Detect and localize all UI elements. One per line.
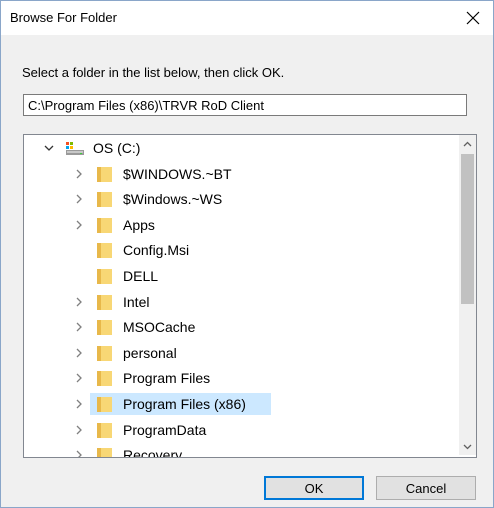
folder-icon — [97, 294, 112, 310]
chevron-right-icon — [76, 348, 82, 358]
folder-icon-wrap — [96, 446, 113, 457]
folder-icon-wrap — [96, 190, 113, 208]
tree-expander[interactable] — [72, 369, 86, 387]
folder-icon-wrap — [96, 318, 113, 336]
tree-item-label: ProgramData — [123, 421, 207, 438]
chevron-right-icon — [76, 373, 82, 383]
chevron-right-icon — [76, 399, 82, 409]
tree-expander[interactable] — [72, 344, 86, 362]
tree-root-os-c[interactable]: OS (C:) — [24, 136, 457, 160]
tree-expander[interactable] — [72, 395, 86, 413]
folder-icon-wrap — [96, 267, 113, 285]
tree-item[interactable]: MSOCache — [24, 315, 457, 339]
drive-icon — [66, 142, 84, 155]
tree-item[interactable]: Intel — [24, 290, 457, 314]
tree-expander[interactable] — [72, 421, 86, 439]
close-button[interactable] — [453, 1, 493, 35]
instruction-text: Select a folder in the list below, then … — [22, 65, 285, 80]
tree-expander[interactable] — [72, 190, 86, 208]
tree-item[interactable]: personal — [24, 341, 457, 365]
folder-icon — [97, 371, 112, 387]
tree-item-label: $Windows.~WS — [123, 191, 223, 208]
tree-item[interactable]: Program Files — [24, 366, 457, 390]
tree-item-label: MSOCache — [123, 319, 196, 336]
folder-icon-wrap — [96, 369, 113, 387]
chevron-right-icon — [76, 425, 82, 435]
tree-item-label: Config.Msi — [123, 242, 190, 259]
close-icon — [466, 11, 480, 25]
tree-item-label: DELL — [123, 268, 159, 284]
tree-item-label: Apps — [123, 216, 155, 233]
folder-icon — [97, 320, 112, 336]
folder-icon-wrap — [96, 293, 113, 311]
folder-icon — [97, 422, 112, 438]
tree-expander[interactable] — [72, 165, 86, 183]
vertical-scrollbar[interactable] — [459, 135, 476, 455]
title-bar[interactable]: Browse For Folder — [1, 1, 493, 35]
tree-expander[interactable] — [72, 216, 86, 234]
tree-item-label: Program Files (x86) — [123, 396, 246, 412]
scroll-up-button[interactable] — [459, 135, 476, 152]
tree-item[interactable]: ProgramData — [24, 418, 457, 442]
tree-item-label: Intel — [123, 293, 150, 310]
scroll-down-button[interactable] — [459, 438, 476, 455]
tree-item[interactable]: Program Files (x86) — [24, 392, 457, 416]
chevron-right-icon — [76, 220, 82, 230]
folder-icon — [97, 243, 112, 259]
folder-icon — [97, 397, 112, 412]
tree-expander[interactable] — [42, 139, 56, 157]
folder-icon — [97, 345, 112, 361]
folder-icon-wrap — [96, 216, 113, 234]
folder-icon — [97, 448, 112, 457]
chevron-right-icon — [76, 450, 82, 457]
chevron-right-icon — [76, 194, 82, 204]
chevron-right-icon — [76, 169, 82, 179]
folder-icon-wrap — [96, 421, 113, 439]
tree-item[interactable]: $WINDOWS.~BT — [24, 162, 457, 186]
chevron-down-icon — [44, 145, 54, 151]
scroll-thumb[interactable] — [461, 154, 474, 304]
folder-icon-wrap — [96, 165, 113, 183]
folder-icon-wrap — [96, 395, 113, 413]
chevron-down-icon — [463, 444, 472, 449]
folder-icon-wrap — [96, 241, 113, 259]
tree-item[interactable]: Config.Msi — [24, 238, 457, 262]
tree-expander[interactable] — [72, 446, 86, 457]
folder-icon-wrap — [96, 344, 113, 362]
drive-icon-wrap — [65, 139, 85, 157]
chevron-right-icon — [76, 297, 82, 307]
tree-item-label: personal — [123, 344, 177, 361]
folder-icon — [97, 217, 112, 233]
tree-item[interactable]: DELL — [24, 264, 457, 288]
cancel-button[interactable]: Cancel — [376, 476, 476, 500]
tree-item[interactable]: $Windows.~WS — [24, 187, 457, 211]
tree-expander[interactable] — [72, 318, 86, 336]
chevron-right-icon — [76, 322, 82, 332]
tree-item[interactable]: Apps — [24, 213, 457, 237]
tree-item-label: Program Files — [123, 370, 211, 387]
chevron-up-icon — [463, 141, 472, 146]
folder-icon — [97, 166, 112, 182]
tree-item-label: $WINDOWS.~BT — [123, 165, 232, 182]
folder-icon — [97, 269, 112, 284]
browse-for-folder-dialog: Browse For Folder Select a folder in the… — [0, 0, 494, 508]
window-title: Browse For Folder — [10, 10, 117, 25]
folder-tree[interactable]: OS (C:) $WINDOWS.~BT $Windows.~WS Apps Confi… — [23, 134, 477, 458]
tree-item[interactable]: Recovery — [24, 443, 457, 458]
folder-icon — [97, 192, 112, 208]
tree-expander[interactable] — [72, 293, 86, 311]
folder-path-field[interactable] — [23, 94, 467, 116]
tree-item-label: OS (C:) — [93, 140, 141, 156]
tree-item-label: Recovery — [123, 447, 183, 458]
ok-button[interactable]: OK — [264, 476, 364, 500]
